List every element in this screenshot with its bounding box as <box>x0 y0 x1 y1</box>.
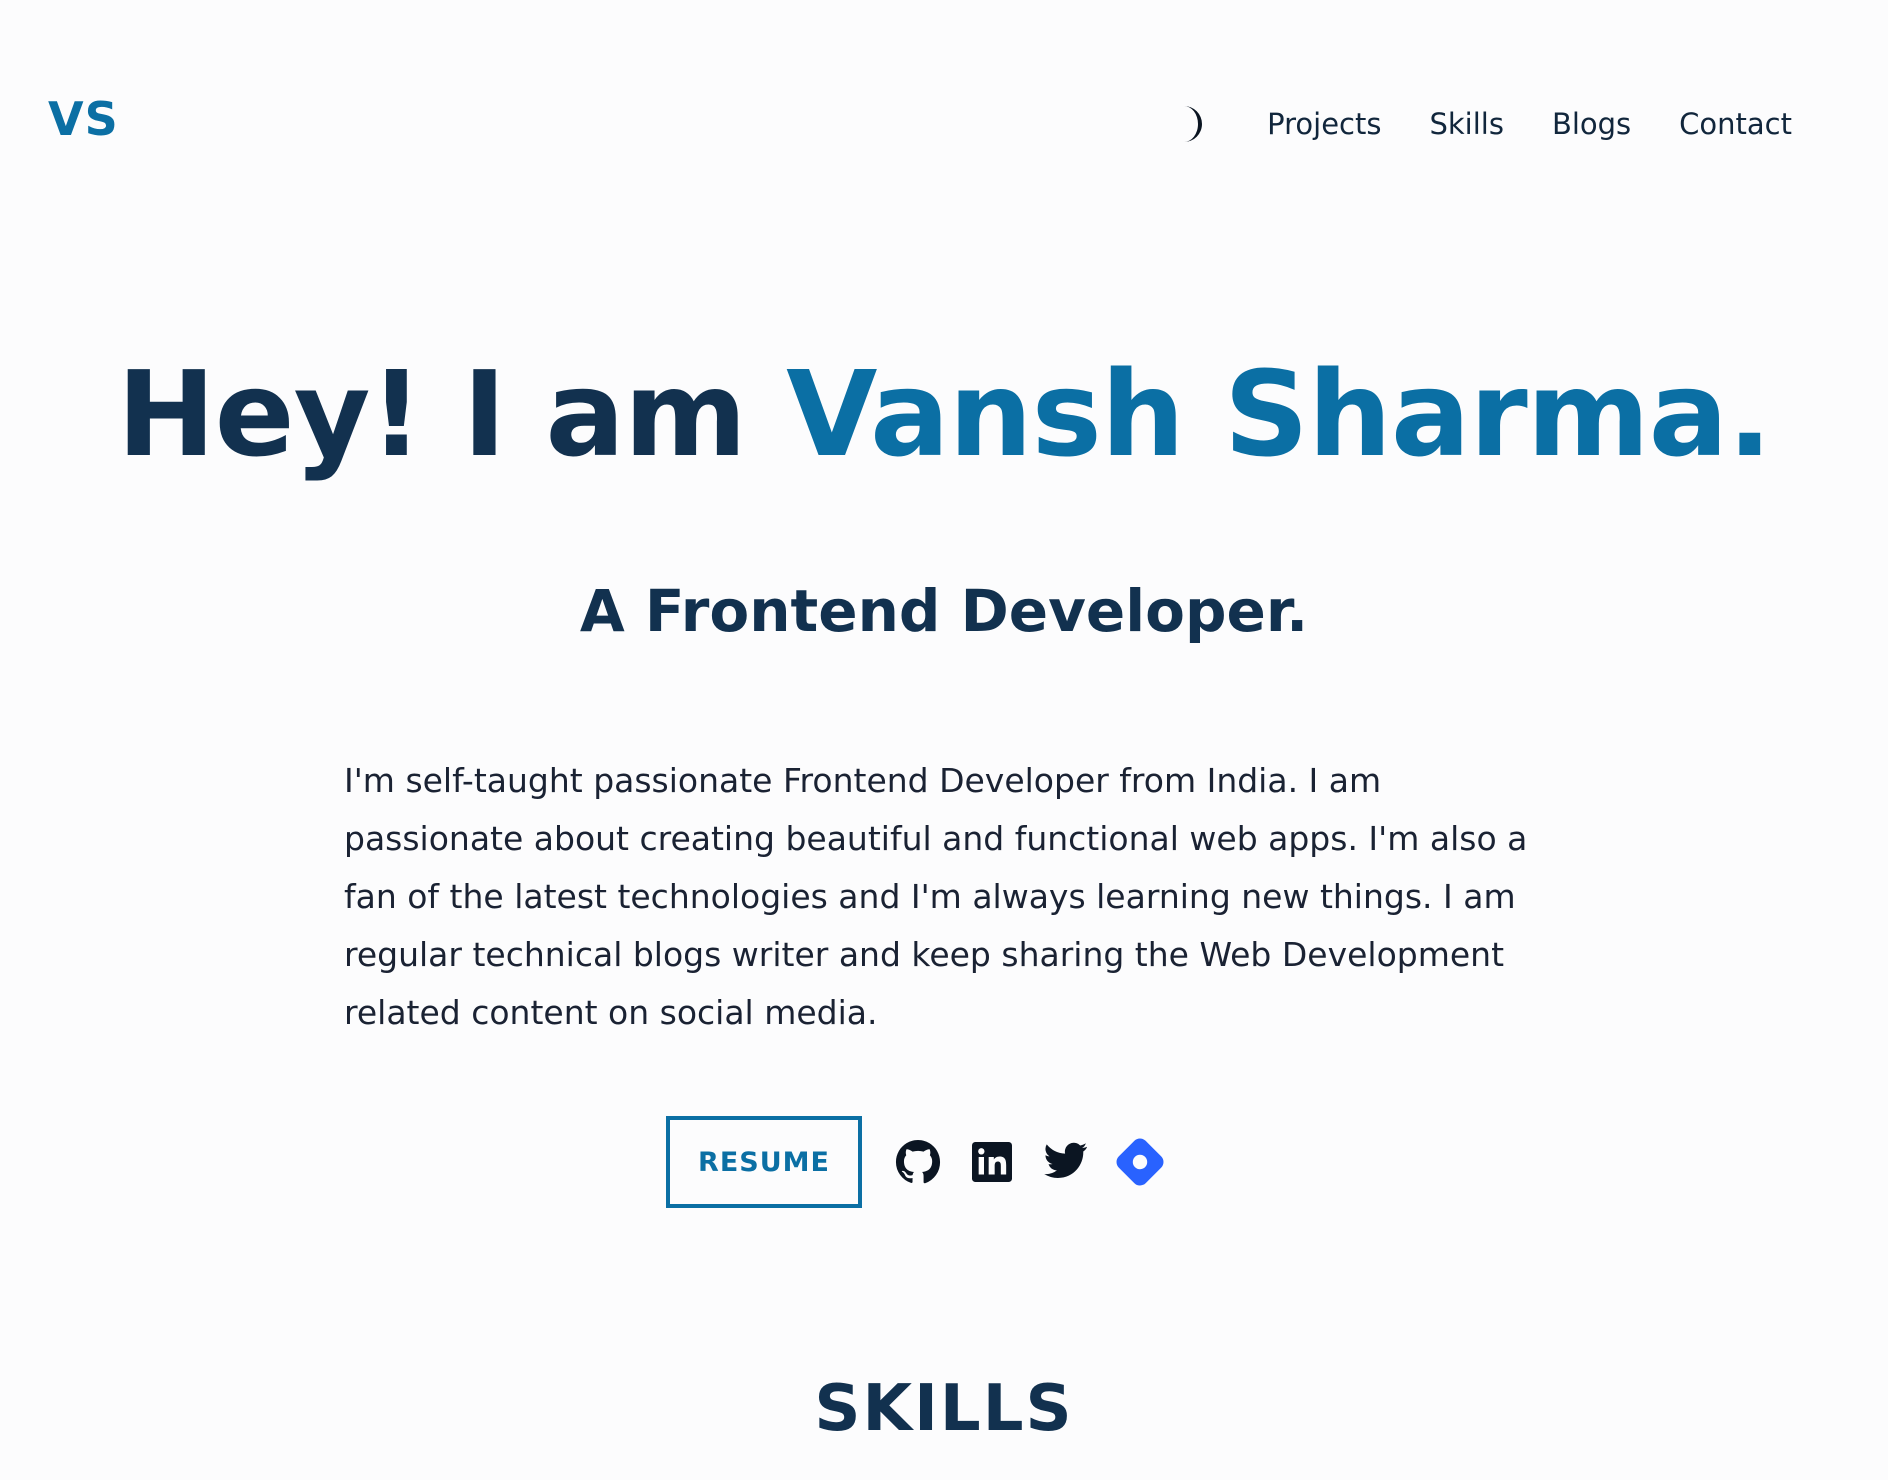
github-icon <box>895 1139 941 1184</box>
hero-name: Vansh Sharma. <box>786 345 1772 483</box>
hero-subtitle: A Frontend Developer. <box>579 577 1309 645</box>
hashnode-link[interactable] <box>1116 1138 1164 1186</box>
moon-icon <box>1184 106 1203 142</box>
nav-blogs[interactable]: Blogs <box>1552 109 1631 139</box>
resume-button[interactable]: RESUME <box>666 1116 862 1208</box>
hero-title: Hey! I am Vansh Sharma. <box>0 349 1888 480</box>
main-nav: Projects Skills Blogs Contact <box>1171 104 1792 144</box>
nav-projects[interactable]: Projects <box>1267 109 1381 139</box>
github-link[interactable] <box>894 1138 942 1186</box>
hero-greeting: Hey! I am <box>116 345 787 483</box>
nav-contact[interactable]: Contact <box>1679 109 1792 139</box>
nav-skills[interactable]: Skills <box>1429 109 1503 139</box>
theme-toggle-button[interactable] <box>1171 104 1211 144</box>
linkedin-icon <box>972 1142 1012 1182</box>
skills-heading: SKILLS <box>814 1372 1074 1446</box>
twitter-link[interactable] <box>1042 1138 1090 1186</box>
hero-actions: RESUME <box>666 1116 1190 1208</box>
linkedin-link[interactable] <box>968 1138 1016 1186</box>
hashnode-icon <box>1116 1138 1164 1186</box>
hero-bio: I'm self-taught passionate Frontend Deve… <box>344 761 1528 1032</box>
twitter-icon <box>1044 1142 1088 1178</box>
site-logo[interactable]: VS <box>48 96 119 142</box>
